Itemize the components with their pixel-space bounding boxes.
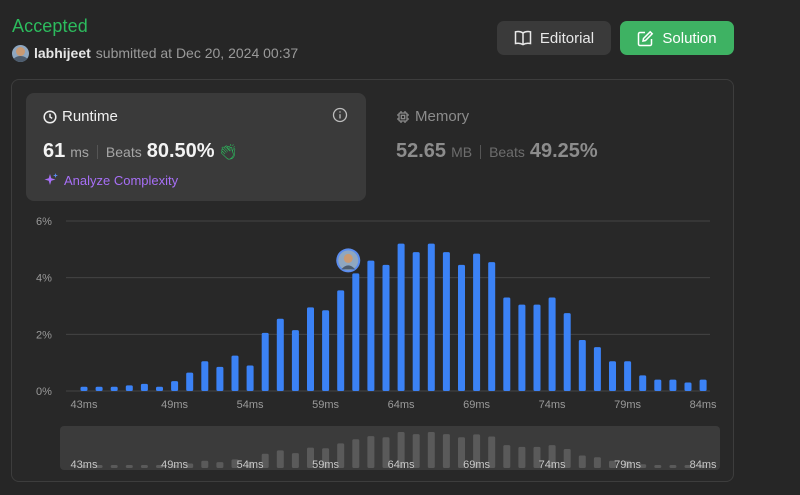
x-tick-label: 69ms [463, 399, 490, 411]
brush-bar [201, 460, 209, 468]
runtime-bar[interactable] [246, 365, 254, 392]
brush-tick-label: 54ms [237, 459, 264, 471]
runtime-bar[interactable] [684, 382, 692, 392]
brush-bar [140, 465, 148, 468]
runtime-bar[interactable] [427, 243, 435, 391]
brush-bar [352, 439, 360, 468]
runtime-bar[interactable] [442, 252, 450, 391]
runtime-bar[interactable] [412, 252, 420, 391]
runtime-bar[interactable] [95, 386, 103, 391]
brush-bar [110, 465, 118, 468]
runtime-bar[interactable] [322, 310, 330, 391]
brush-bar [367, 436, 375, 468]
runtime-bar[interactable] [231, 355, 239, 391]
runtime-bar[interactable] [382, 264, 390, 391]
brush-tick-label: 79ms [614, 459, 641, 471]
runtime-bar[interactable] [201, 361, 209, 391]
runtime-bar[interactable] [186, 372, 194, 391]
runtime-bar[interactable] [171, 381, 179, 391]
runtime-bar[interactable] [352, 273, 360, 391]
runtime-bar[interactable] [639, 375, 647, 391]
y-tick-label: 2% [36, 329, 52, 341]
x-tick-label: 84ms [690, 399, 717, 411]
brush-tick-label: 84ms [690, 459, 717, 471]
brush-bar [578, 455, 586, 468]
runtime-bar[interactable] [80, 386, 88, 391]
runtime-bar[interactable] [699, 379, 707, 391]
runtime-bar[interactable] [533, 304, 541, 391]
runtime-distribution-chart[interactable]: 0% 2% 4% 6% 43ms 49ms 54ms 59ms 64ms 69ms 74ms 79m… [0, 0, 800, 495]
runtime-bar[interactable] [624, 361, 632, 391]
brush-bar [216, 462, 224, 468]
brush-bar [427, 432, 435, 468]
x-tick-label: 64ms [388, 399, 415, 411]
runtime-bar[interactable] [473, 253, 481, 391]
brush-bar [654, 465, 662, 468]
runtime-bar[interactable] [669, 379, 677, 391]
y-tick-label: 0% [36, 386, 52, 398]
x-tick-label: 54ms [237, 399, 264, 411]
x-tick-label: 74ms [539, 399, 566, 411]
runtime-bar[interactable] [291, 330, 299, 391]
runtime-bar[interactable] [518, 304, 526, 391]
runtime-bar[interactable] [578, 340, 586, 391]
runtime-bar[interactable] [654, 379, 662, 391]
brush-tick-label: 69ms [463, 459, 490, 471]
brush-bar [291, 453, 299, 468]
x-tick-label: 49ms [161, 399, 188, 411]
brush-tick-label: 64ms [388, 459, 415, 471]
x-tick-label: 43ms [71, 399, 98, 411]
runtime-bar[interactable] [609, 361, 616, 391]
runtime-bar[interactable] [548, 297, 556, 392]
brush-tick-label: 49ms [161, 459, 188, 471]
brush-bar [276, 450, 284, 468]
brush-tick-label: 43ms [71, 459, 98, 471]
runtime-bar[interactable] [563, 313, 571, 391]
y-tick-label: 6% [36, 216, 52, 228]
runtime-bar[interactable] [216, 366, 224, 391]
brush-bar [125, 465, 133, 468]
runtime-bar[interactable] [367, 260, 375, 391]
your-submission-marker[interactable] [336, 248, 361, 273]
brush-tick-label: 59ms [312, 459, 339, 471]
runtime-bar[interactable] [140, 383, 148, 391]
runtime-bar[interactable] [261, 332, 269, 391]
runtime-bar[interactable] [110, 386, 118, 391]
brush-bar [593, 457, 601, 468]
x-tick-label: 79ms [614, 399, 641, 411]
runtime-bar[interactable] [503, 297, 511, 392]
runtime-bar[interactable] [488, 262, 496, 391]
runtime-bar[interactable] [276, 318, 284, 391]
brush-bar [669, 465, 677, 468]
marker-face [343, 253, 353, 263]
runtime-bar[interactable] [458, 264, 465, 391]
brush-bar [503, 445, 511, 468]
runtime-bar[interactable] [125, 385, 133, 391]
runtime-bar[interactable] [397, 243, 405, 391]
runtime-bar[interactable] [156, 386, 163, 391]
brush-tick-label: 74ms [539, 459, 566, 471]
runtime-bar[interactable] [307, 307, 314, 391]
y-tick-label: 4% [36, 273, 52, 285]
x-tick-label: 59ms [312, 399, 339, 411]
brush-bar [518, 446, 526, 468]
runtime-bar[interactable] [337, 290, 345, 391]
brush-bar [442, 434, 450, 468]
runtime-bar[interactable] [593, 347, 601, 391]
